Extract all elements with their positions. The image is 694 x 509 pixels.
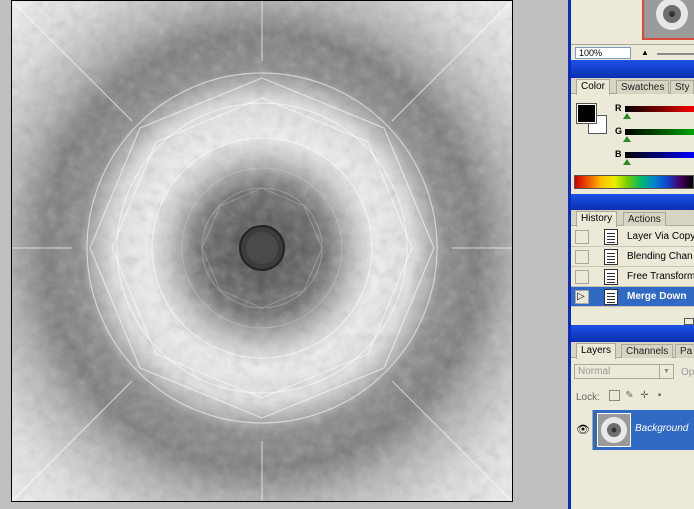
lock-label: Lock: xyxy=(576,392,600,403)
red-channel-label: R xyxy=(615,103,622,113)
history-step-icon xyxy=(604,229,618,245)
history-item[interactable]: Free Transform xyxy=(571,267,694,287)
color-spectrum-ramp[interactable] xyxy=(574,175,694,189)
lock-all-icon[interactable]: ▪ xyxy=(654,390,665,401)
green-channel-label: G xyxy=(615,126,623,136)
history-item-label: Layer Via Copy xyxy=(627,231,694,242)
lock-move-icon[interactable]: ✛ xyxy=(639,390,650,401)
layers-panel: Layers Channels Pa Normal ▼ Op Lock: ✎ ✛… xyxy=(571,342,694,509)
document-area xyxy=(0,0,568,509)
palette-separator xyxy=(571,194,694,210)
color-tab-row: Color Swatches Sty xyxy=(571,78,694,95)
red-slider[interactable] xyxy=(625,106,694,112)
history-step-icon xyxy=(604,249,618,265)
history-footer xyxy=(571,317,694,325)
palette-separator xyxy=(571,325,694,342)
zoom-slider[interactable] xyxy=(657,53,694,55)
eye-icon[interactable]: 👁 xyxy=(576,423,590,436)
history-panel: History Actions Layer Via Copy Blending … xyxy=(571,210,694,325)
foreground-color-swatch[interactable] xyxy=(576,103,597,124)
history-item[interactable]: Layer Via Copy xyxy=(571,227,694,247)
new-snapshot-icon[interactable] xyxy=(684,318,694,325)
red-slider-thumb[interactable] xyxy=(623,113,631,119)
palette-column: 100% ▲ Color Swatches Sty R G B History … xyxy=(568,0,694,509)
history-state-arrow-icon: ▷ xyxy=(577,291,585,302)
blue-slider-thumb[interactable] xyxy=(623,159,631,165)
blue-slider[interactable] xyxy=(625,152,694,158)
tab-paths[interactable]: Pa xyxy=(675,344,694,358)
lock-paint-icon[interactable]: ✎ xyxy=(624,390,635,401)
tab-channels[interactable]: Channels xyxy=(621,344,674,358)
lock-transparency-icon[interactable] xyxy=(609,390,620,401)
history-tab-row: History Actions xyxy=(571,210,694,227)
green-slider[interactable] xyxy=(625,129,694,135)
opacity-label: Op xyxy=(681,367,694,378)
blue-channel-label: B xyxy=(615,149,622,159)
zoom-field[interactable]: 100% xyxy=(575,47,631,59)
palette-well-bar xyxy=(571,60,694,78)
zoom-out-icon[interactable]: ▲ xyxy=(641,48,649,57)
tab-actions[interactable]: Actions xyxy=(623,212,666,226)
layer-visibility-toggle[interactable]: 👁 xyxy=(571,410,593,450)
history-brush-source-box[interactable] xyxy=(575,230,589,244)
layer-name[interactable]: Background xyxy=(635,423,688,434)
history-step-icon xyxy=(604,289,618,305)
tab-history[interactable]: History xyxy=(576,211,618,227)
history-brush-source-box[interactable] xyxy=(575,250,589,264)
history-step-icon xyxy=(604,269,618,285)
layer-thumbnail xyxy=(597,413,631,447)
history-item[interactable]: Blending Chan xyxy=(571,247,694,267)
tab-styles[interactable]: Sty xyxy=(670,80,694,94)
layers-tab-row: Layers Channels Pa xyxy=(571,342,694,359)
history-item-label: Merge Down xyxy=(627,291,687,302)
tab-layers[interactable]: Layers xyxy=(576,343,617,359)
chevron-down-icon[interactable]: ▼ xyxy=(659,365,673,378)
navigator-thumbnail[interactable] xyxy=(642,0,694,40)
green-slider-thumb[interactable] xyxy=(623,136,631,142)
navigator-panel: 100% ▲ xyxy=(571,0,694,60)
history-item-label: Free Transform xyxy=(627,271,694,282)
tab-color[interactable]: Color xyxy=(576,79,610,95)
tab-swatches[interactable]: Swatches xyxy=(616,80,670,94)
history-item-label: Blending Chan xyxy=(627,251,693,262)
kaleidoscope-image xyxy=(12,1,512,501)
layer-row-background[interactable]: 👁 Background xyxy=(571,410,694,450)
history-brush-source-box[interactable]: ▷ xyxy=(575,290,589,304)
blend-mode-select[interactable]: Normal ▼ xyxy=(574,364,674,379)
history-brush-source-box[interactable] xyxy=(575,270,589,284)
navigator-zoom-bar: 100% ▲ xyxy=(571,44,694,60)
blend-mode-value: Normal xyxy=(578,366,611,377)
image-canvas[interactable] xyxy=(11,0,513,502)
color-panel: Color Swatches Sty R G B xyxy=(571,78,694,194)
history-item-selected[interactable]: ▷ Merge Down xyxy=(571,287,694,307)
